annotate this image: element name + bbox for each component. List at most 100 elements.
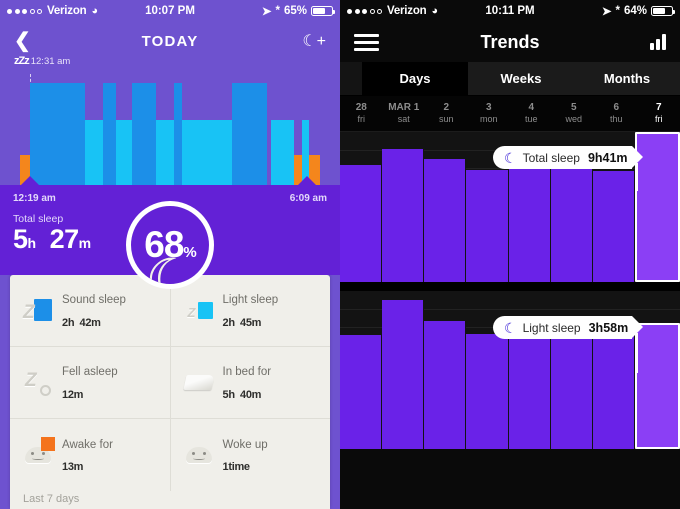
bar-2-sun[interactable]: [424, 159, 467, 282]
last-7-days-label: Last 7 days: [23, 493, 80, 505]
battery-percent: 64%: [623, 5, 647, 17]
stats-row: Awake for 13m Woke up 1time: [10, 419, 330, 491]
date-cell[interactable]: 3 mon: [468, 96, 511, 131]
battery-percent: 65%: [283, 5, 307, 17]
bar-6-thu[interactable]: [592, 171, 635, 282]
sound-sleep-z-icon: Z: [23, 296, 53, 326]
summary-pointer-end: [298, 176, 316, 185]
stat-awake-for[interactable]: Awake for 13m: [10, 419, 170, 491]
tab-weeks[interactable]: Weeks: [468, 62, 574, 95]
date-day: fri: [655, 114, 663, 125]
stat-value: 5h 40m: [222, 388, 262, 401]
date-day: fri: [357, 114, 366, 125]
trends-screen: Verizon ◕ 10:11 PM ➤ * 64% Trends Days W…: [340, 0, 680, 509]
back-button[interactable]: ❮: [14, 31, 31, 51]
page-title: TODAY: [141, 32, 199, 50]
stat-label: Light sleep: [222, 294, 279, 307]
hamburger-menu-icon[interactable]: [354, 33, 379, 51]
bar-6-thu[interactable]: [592, 330, 635, 449]
stat-value: 13m: [62, 461, 84, 474]
light-sleep-chart: [340, 291, 680, 449]
chart-divider: [340, 282, 680, 291]
bar-mar-1-sat[interactable]: [382, 148, 425, 282]
stat-light-sleep[interactable]: Z Light sleep 2h 45m: [169, 275, 331, 346]
bar-5-wed[interactable]: [550, 159, 593, 282]
stat-woke-up[interactable]: Woke up 1time: [169, 419, 331, 491]
date-cell[interactable]: 2 sun: [425, 96, 468, 131]
crescent-moon-icon: ☾: [504, 319, 517, 336]
status-bar-left: Verizon ◕ 10:07 PM ➤ * 65%: [0, 0, 340, 22]
total-sleep-minutes-unit: m: [78, 235, 91, 251]
fell-asleep-clock-icon: Z: [23, 368, 53, 398]
stat-sound-sleep[interactable]: Z Sound sleep 2h 42m: [10, 275, 170, 346]
bar-chart-icon[interactable]: [650, 34, 666, 50]
tab-months[interactable]: Months: [574, 62, 680, 95]
stat-value: 2h 45m: [222, 316, 262, 329]
callout-label: Light sleep: [522, 320, 581, 335]
sleep-end-time: 6:09 am: [289, 193, 327, 204]
hypno-bar-light: [182, 120, 232, 185]
bar-2-sun[interactable]: [424, 321, 467, 449]
location-arrow-icon: ➤: [601, 6, 612, 18]
date-cell-selected[interactable]: 7 fri: [638, 96, 680, 131]
callout-value: 9h41m: [587, 150, 628, 165]
stats-row: Z Fell asleep 12m In bed for 5h 40m: [10, 347, 330, 419]
date-cell[interactable]: 6 thu: [595, 96, 638, 131]
stat-label: Awake for: [62, 438, 113, 451]
callout-value: 3h58m: [588, 320, 629, 335]
sleep-score-unit: %: [183, 244, 196, 261]
bar-3-mon[interactable]: [466, 333, 509, 449]
sleep-stats-card: Z Sound sleep 2h 42m Z Light sleep 2h 45…: [10, 275, 330, 509]
bar-mar-1-sat[interactable]: [382, 300, 425, 449]
battery-icon: [311, 6, 335, 16]
summary-pointer-start: [21, 176, 39, 185]
sleep-summary-band: 12:19 am 6:09 am Total sleep 5h 27m ☾ 68…: [0, 176, 340, 289]
date-day: tue: [524, 114, 538, 125]
bar-3-mon[interactable]: [466, 169, 509, 282]
asleep-marker-label: zZz 12:31 am: [14, 55, 70, 67]
sleep-today-screen: Verizon ◕ 10:07 PM ➤ * 65% ❮ TODAY ☾+ zZ…: [0, 0, 340, 509]
date-cell[interactable]: MAR 1 sat: [383, 96, 426, 131]
date-day: mon: [479, 114, 498, 125]
hypno-bar-deep: [103, 83, 116, 185]
hypno-bar-deep: [30, 83, 85, 185]
page-title: Trends: [480, 31, 540, 52]
date-cell[interactable]: 5 wed: [553, 96, 596, 131]
bluetooth-icon: *: [615, 5, 620, 17]
moon-plus-icon[interactable]: ☾+: [302, 31, 326, 51]
light-sleep-z-icon: Z: [184, 296, 214, 326]
date-number: 4: [528, 101, 535, 113]
tabs-left-spacer: [340, 62, 362, 95]
bar-4-tue[interactable]: [508, 163, 551, 282]
sleep-score-value: 68%: [144, 224, 197, 265]
stat-fell-asleep[interactable]: Z Fell asleep 12m: [10, 347, 170, 418]
date-number: 6: [613, 101, 620, 113]
awake-face-icon: [23, 437, 55, 470]
hypno-bar-light: [156, 120, 176, 185]
asleep-zzz-label: zZz: [14, 55, 30, 67]
tab-days[interactable]: Days: [362, 62, 468, 95]
asleep-time-label: 12:31 am: [30, 56, 71, 67]
hypno-bar-light: [116, 120, 132, 185]
total-sleep-hours-unit: h: [27, 235, 37, 251]
bar-7-fri-selected[interactable]: [634, 322, 680, 449]
bar-28-fri[interactable]: [340, 165, 383, 282]
location-arrow-icon: ➤: [261, 6, 272, 18]
date-day: thu: [609, 114, 623, 125]
nav-bar-right: Trends: [340, 22, 680, 62]
light-sleep-callout: ☾ Light sleep 3h58m: [493, 316, 644, 339]
bar-28-fri[interactable]: [340, 335, 383, 449]
period-tabs: Days Weeks Months: [340, 62, 680, 96]
stat-value: 12m: [62, 388, 84, 401]
sleep-score-ring: ☾ 68%: [126, 201, 214, 289]
stat-in-bed-for[interactable]: In bed for 5h 40m: [169, 347, 331, 418]
hypno-bar-deep: [132, 83, 156, 185]
bed-icon: [182, 368, 215, 398]
date-cell[interactable]: 4 tue: [510, 96, 553, 131]
date-number: 3: [485, 101, 492, 113]
date-cell[interactable]: 28 fri: [340, 96, 383, 131]
stat-label: Sound sleep: [62, 294, 126, 307]
stat-label: Woke up: [222, 438, 268, 451]
status-bar-right: Verizon ◕ 10:11 PM ➤ * 64%: [340, 0, 680, 22]
date-number: 2: [443, 101, 450, 113]
